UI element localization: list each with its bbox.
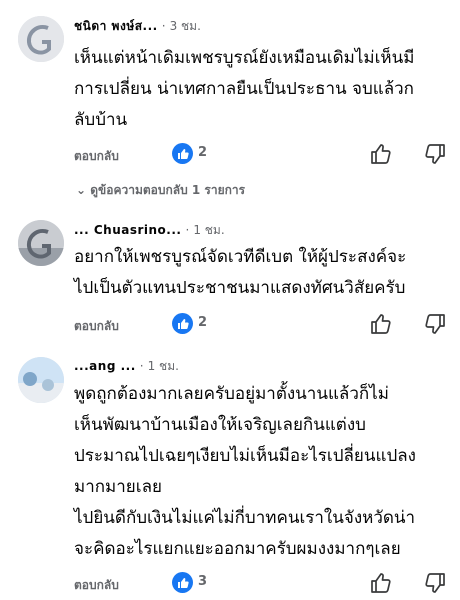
reply-button[interactable]: ตอบกลับ (74, 147, 119, 166)
comment-time[interactable]: 1 ชม. (148, 359, 179, 373)
comment-header: ...ang ... · 1 ชม. (74, 359, 179, 373)
thumbs-down-icon[interactable] (424, 572, 446, 598)
comment-time[interactable]: 1 ชม. (193, 223, 224, 237)
like-count: 2 (198, 145, 208, 160)
avatar[interactable] (18, 16, 64, 62)
avatar[interactable] (18, 220, 64, 266)
comment-actions: ตอบกลับ 3 (74, 572, 454, 598)
chevron-down-icon: ⌄ (76, 183, 91, 197)
comment-actions: ตอบกลับ 2 (74, 313, 454, 339)
comment-actions: ตอบกลับ 2 (74, 143, 454, 169)
like-icon (172, 572, 193, 593)
thumbs-up-icon[interactable] (370, 143, 392, 169)
like-count: 2 (198, 315, 208, 330)
thumbs-up-icon[interactable] (370, 313, 392, 339)
comment-time[interactable]: 3 ชม. (170, 19, 201, 33)
reply-button[interactable]: ตอบกลับ (74, 317, 119, 336)
reply-button[interactable]: ตอบกลับ (74, 576, 119, 595)
like-icon (172, 143, 193, 164)
like-count: 3 (198, 574, 208, 589)
thumbs-down-icon[interactable] (424, 143, 446, 169)
thumbs-up-icon[interactable] (370, 572, 392, 598)
comment-text: เห็นแต่หน้าเดิมเพชรบูรณ์ยังเหมือนเดิมไม่… (74, 48, 415, 130)
comment-text: พูดถูกต้องมากเลยครับอยู่มาตั้งนานแล้วก็ไ… (74, 384, 416, 559)
comment-text: อยากให้เพชรบูรณ์จัดเวทีดีเบต ให้ผู้ประสง… (74, 247, 407, 298)
like-icon (172, 313, 193, 334)
author-name[interactable]: ชนิดา พงษ์ส... (74, 19, 158, 33)
comment-header: ชนิดา พงษ์ส... · 3 ชม. (74, 19, 201, 33)
thumbs-down-icon[interactable] (424, 313, 446, 339)
author-name[interactable]: ...ang ... (74, 359, 136, 373)
comment-header: ... Chuasrino... · 1 ชม. (74, 223, 225, 237)
view-replies-link[interactable]: ⌄ ดูข้อความตอบกลับ 1 รายการ (76, 181, 245, 200)
author-name[interactable]: ... Chuasrino... (74, 223, 181, 237)
avatar[interactable] (18, 357, 64, 403)
